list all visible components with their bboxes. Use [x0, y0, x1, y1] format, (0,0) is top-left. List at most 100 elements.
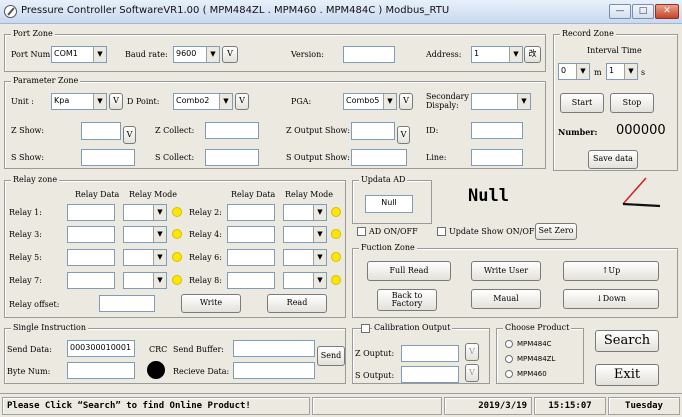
send-data-field[interactable]: 000300010001	[67, 340, 135, 357]
s-collect-label: S Collect:	[155, 153, 195, 162]
s-output-show-field[interactable]	[351, 149, 407, 166]
pga-set-button[interactable]: V	[399, 93, 413, 110]
port-zone: Port Zone Port Num: COM1 ▼ Baud rate: 960…	[4, 29, 546, 72]
update-ad-value: Null	[365, 195, 413, 213]
chevron-down-icon: ▼	[624, 64, 637, 79]
stop-record-button[interactable]: Stop	[610, 93, 654, 113]
product-radio-mpm484zl[interactable]	[505, 355, 513, 363]
minimize-icon[interactable]: —	[609, 4, 631, 19]
save-data-button[interactable]: Save data	[588, 150, 638, 169]
relay-1-label: Relay 1:	[9, 208, 42, 217]
id-field[interactable]	[471, 122, 523, 139]
down-button[interactable]: ↓Down	[563, 289, 659, 309]
relay-7-mode[interactable]: ▼	[123, 272, 167, 289]
single-instruction-zone: Single Instruction Send Data: 0003000100…	[4, 323, 346, 384]
s-collect-field[interactable]	[205, 149, 259, 166]
byte-num-field[interactable]	[67, 362, 135, 379]
close-icon[interactable]: ✕	[655, 4, 679, 19]
status-time: 15:15:07	[534, 397, 606, 415]
unit-label: Unit :	[11, 97, 34, 106]
interval-seconds-select[interactable]: 1 ▼	[606, 63, 638, 80]
s-output-field[interactable]	[401, 366, 459, 383]
pga-select[interactable]: Combo5 ▼	[343, 93, 397, 110]
port-num-select[interactable]: COM1 ▼	[51, 46, 107, 63]
relay-2-data[interactable]	[227, 204, 275, 221]
version-label: Version:	[291, 50, 324, 59]
ad-onoff-checkbox[interactable]	[357, 227, 366, 236]
relay-6-data[interactable]	[227, 249, 275, 266]
up-button[interactable]: ↑Up	[563, 261, 659, 281]
z-show-button[interactable]: V	[123, 126, 136, 144]
s-output-button[interactable]: V	[465, 364, 479, 382]
relay-1-data[interactable]	[67, 204, 115, 221]
z-output-field[interactable]	[401, 345, 459, 362]
relay-8-mode[interactable]: ▼	[283, 272, 327, 289]
record-zone-label: Record Zone	[560, 29, 616, 38]
relay-4-data[interactable]	[227, 226, 275, 243]
relay-4-indicator	[331, 229, 341, 239]
product-radio-mpm460[interactable]	[505, 370, 513, 378]
calibration-checkbox[interactable]	[361, 324, 370, 333]
unit-select[interactable]: Kpa ▼	[51, 93, 107, 110]
relay-8-data[interactable]	[227, 272, 275, 289]
relay-data-header-left: Relay Data	[75, 190, 120, 199]
relay-offset-field[interactable]	[99, 295, 155, 312]
exit-button[interactable]: Exit	[595, 364, 659, 386]
line-field[interactable]	[471, 149, 523, 166]
interval-minutes-select[interactable]: 0 ▼	[558, 63, 590, 80]
z-output-show-field[interactable]	[351, 122, 395, 140]
unit-value: Kpa	[54, 96, 70, 105]
send-button[interactable]: Send	[317, 346, 345, 366]
relay-4-mode[interactable]: ▼	[283, 226, 327, 243]
relay-write-button[interactable]: Write	[181, 294, 241, 313]
relay-mode-header-right: Relay Mode	[285, 190, 334, 199]
receive-data-label: Recieve Data:	[173, 367, 230, 376]
write-user-button[interactable]: Write User	[471, 261, 541, 281]
relay-3-data[interactable]	[67, 226, 115, 243]
dpoint-select[interactable]: Combo2 ▼	[173, 93, 233, 110]
z-show-field[interactable]	[81, 122, 121, 140]
relay-2-mode[interactable]: ▼	[283, 204, 327, 221]
product-option-mpm484zl: MPM484ZL	[517, 355, 556, 363]
receive-data-field[interactable]	[233, 362, 315, 379]
relay-read-button[interactable]: Read	[267, 294, 327, 313]
change-address-button[interactable]: 改	[524, 46, 541, 63]
baud-set-button[interactable]: V	[222, 46, 238, 63]
interval-time-label: Interval Time	[587, 46, 642, 55]
z-output-show-button[interactable]: V	[397, 126, 410, 144]
relay-3-mode[interactable]: ▼	[123, 226, 167, 243]
relay-data-header-right: Relay Data	[231, 190, 276, 199]
s-show-field[interactable]	[81, 149, 135, 166]
full-read-button[interactable]: Full Read	[367, 261, 451, 281]
status-message: Please Click “Search” to find Online Pro…	[2, 397, 310, 415]
version-field[interactable]	[343, 46, 395, 63]
relay-7-data[interactable]	[67, 272, 115, 289]
s-output-label: S Output:	[355, 371, 395, 380]
address-value: 1	[474, 49, 480, 58]
relay-6-mode[interactable]: ▼	[283, 249, 327, 266]
manual-button[interactable]: Maual	[471, 289, 541, 309]
product-radio-mpm484c[interactable]	[505, 340, 513, 348]
start-record-button[interactable]: Start	[560, 93, 604, 113]
search-button[interactable]: Search	[595, 330, 659, 352]
set-zero-button[interactable]: Set Zero	[535, 223, 577, 240]
relay-mode-header-left: Relay Mode	[129, 190, 178, 199]
relay-5-mode[interactable]: ▼	[123, 249, 167, 266]
port-num-label: Port Num:	[11, 50, 53, 59]
status-empty-cell	[312, 397, 442, 415]
z-collect-field[interactable]	[205, 122, 259, 139]
update-show-checkbox[interactable]	[437, 227, 446, 236]
back-to-factory-button[interactable]: Back to Factory	[377, 289, 437, 311]
send-buffer-field[interactable]	[233, 340, 315, 357]
dpoint-value: Combo2	[176, 96, 210, 105]
maximize-icon[interactable]: □	[632, 4, 654, 19]
secondary-display-select[interactable]: ▼	[471, 93, 531, 110]
z-output-button[interactable]: V	[465, 343, 479, 361]
relay-5-data[interactable]	[67, 249, 115, 266]
baud-rate-select[interactable]: 9600 ▼	[173, 46, 220, 63]
app-icon	[4, 5, 17, 18]
dpoint-set-button[interactable]: V	[235, 93, 249, 110]
unit-set-button[interactable]: V	[109, 93, 123, 110]
address-select[interactable]: 1 ▼	[471, 46, 523, 63]
relay-1-mode[interactable]: ▼	[123, 204, 167, 221]
